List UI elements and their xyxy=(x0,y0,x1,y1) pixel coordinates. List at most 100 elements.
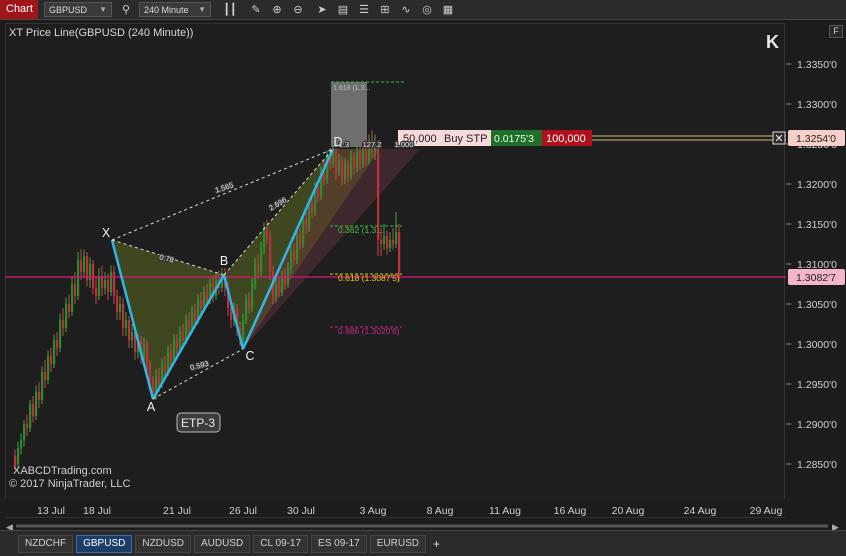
candle-body xyxy=(62,320,65,328)
instrument-tab[interactable]: GBPUSD xyxy=(76,534,133,553)
candle-body xyxy=(365,148,368,160)
order-amount: 100,000 xyxy=(546,133,586,145)
fib-level-label: 0.886 (1.3020'6) xyxy=(338,326,400,336)
candle-body xyxy=(17,448,20,464)
pattern-name: ETP-3 xyxy=(181,416,215,430)
candle-body xyxy=(149,364,152,380)
time-tick-label: 18 Jul xyxy=(83,505,111,517)
add-tab-button[interactable]: + xyxy=(429,536,444,552)
candle-body xyxy=(191,312,194,328)
candle-body xyxy=(389,240,392,248)
instrument-tab[interactable]: AUDUSD xyxy=(194,534,251,553)
candle-body xyxy=(50,356,53,364)
candle-body xyxy=(260,248,263,272)
time-tick-label: 16 Aug xyxy=(554,505,587,517)
candle-body xyxy=(275,284,278,296)
order-price-label: 1.3254'0 xyxy=(796,133,836,145)
candle-body xyxy=(332,152,335,164)
instrument-tab[interactable]: NZDUSD xyxy=(135,534,192,553)
instrument-tab[interactable]: NZDCHF xyxy=(18,534,74,553)
candle-body xyxy=(107,280,110,292)
candle-body xyxy=(20,440,23,448)
time-tick-label: 24 Aug xyxy=(684,505,717,517)
candle-body xyxy=(41,372,44,400)
candle-body xyxy=(26,424,29,428)
time-tick-label: 3 Aug xyxy=(360,505,387,517)
candle-body xyxy=(23,424,26,440)
pattern-point-label: X xyxy=(102,226,111,240)
order-type: Buy STP xyxy=(444,133,487,145)
candle-body xyxy=(32,404,35,416)
price-tick-label: 1.3000'0 xyxy=(797,339,837,351)
candle-body xyxy=(143,344,146,356)
time-tick-label: 13 Jul xyxy=(37,505,65,517)
candle-body xyxy=(170,352,173,360)
candle-body xyxy=(173,340,176,360)
pattern-ratio-label: 1.565 xyxy=(214,180,235,194)
candle-body xyxy=(185,320,188,340)
candle-body xyxy=(299,236,302,244)
candle-body xyxy=(269,236,272,272)
candle-body xyxy=(176,340,179,348)
candle-body xyxy=(113,272,116,296)
candle-body xyxy=(131,332,134,340)
order-pnl: 0.0175'3 xyxy=(494,133,534,145)
candle-body xyxy=(104,280,107,288)
pattern-point-label: A xyxy=(147,400,156,414)
price-tick-label: 1.3350'0 xyxy=(797,59,837,71)
candle-body xyxy=(188,320,191,328)
watermark-site: XABCDTrading.com xyxy=(13,465,112,477)
candle-body xyxy=(278,284,281,292)
candle-body xyxy=(29,404,32,428)
candle-body xyxy=(248,300,251,308)
time-axis-band xyxy=(5,499,785,517)
pattern-ratio-label: 127.2 xyxy=(363,140,382,149)
price-tick-label: 1.2950'0 xyxy=(797,379,837,391)
chart-canvas[interactable]: 1.3350'01.3300'01.3250'01.3200'01.3150'0… xyxy=(0,0,846,530)
candle-body xyxy=(359,152,362,164)
pattern-point-label: C xyxy=(245,349,254,363)
price-tick-label: 1.2900'0 xyxy=(797,419,837,431)
price-tick-label: 1.3300'0 xyxy=(797,99,837,111)
time-tick-label: 29 Aug xyxy=(750,505,783,517)
candle-body xyxy=(206,292,209,300)
candle-body xyxy=(290,252,293,268)
candle-body xyxy=(344,164,347,180)
candle-body xyxy=(101,276,104,288)
candle-body xyxy=(380,240,383,244)
candle-body xyxy=(281,276,284,292)
candle-body xyxy=(347,164,350,176)
chart-window: Chart GBPUSD ▼ ⚲ 240 Minute ▼ ┃┃ ✎ ⊕ ⊖ ➤… xyxy=(0,0,846,556)
candle-body xyxy=(200,300,203,308)
candle-body xyxy=(254,264,257,284)
candle-body xyxy=(59,320,62,348)
instrument-tab[interactable]: CL 09-17 xyxy=(253,534,309,553)
price-tick-label: 1.3150'0 xyxy=(797,219,837,231)
price-tick-label: 1.2850'0 xyxy=(797,459,837,471)
candle-body xyxy=(398,232,401,278)
instrument-tab[interactable]: EURUSD xyxy=(369,534,426,553)
candle-body xyxy=(71,284,74,312)
fib-level-label: 0.618 (1.3087'5) xyxy=(338,273,400,283)
candle-body xyxy=(353,156,356,168)
price-tick-label: 1.3200'0 xyxy=(797,179,837,191)
instrument-tab[interactable]: ES 09-17 xyxy=(311,534,367,553)
current-price-label: 1.3082'7 xyxy=(796,272,836,284)
candle-body xyxy=(311,204,314,212)
candle-body xyxy=(251,284,254,308)
candle-body xyxy=(119,304,122,312)
candle-body xyxy=(65,304,68,328)
pattern-ratio-label: 1.000 xyxy=(395,140,414,149)
candle-body xyxy=(110,272,113,292)
candle-body xyxy=(74,284,77,296)
candle-body xyxy=(395,232,398,244)
time-tick-label: 21 Jul xyxy=(163,505,191,517)
candle-body xyxy=(47,356,50,380)
time-tick-label: 26 Jul xyxy=(229,505,257,517)
candle-body xyxy=(392,240,395,244)
panel-f-button[interactable]: F xyxy=(829,25,843,38)
candle-body xyxy=(302,220,305,244)
candle-body xyxy=(296,236,299,260)
candle-body xyxy=(164,364,167,372)
candle-body xyxy=(98,276,101,296)
